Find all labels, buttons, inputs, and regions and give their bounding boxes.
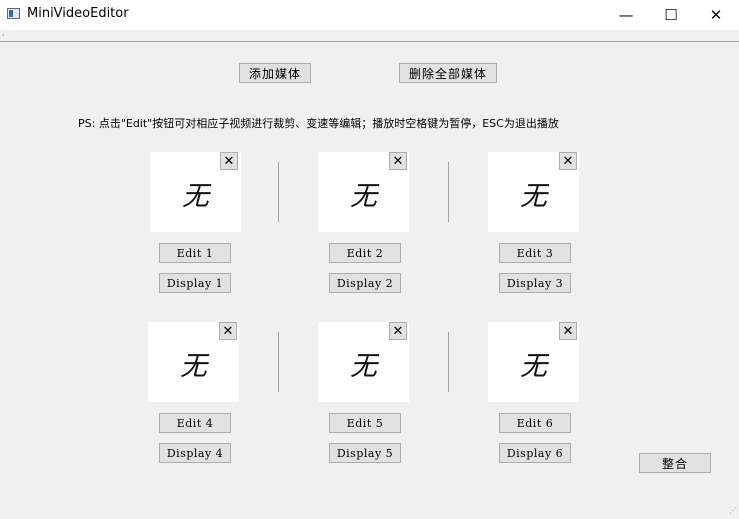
empty-placeholder-glyph: 无 [180,351,207,382]
menu-strip: · [0,30,739,42]
edit-4-button[interactable]: Edit 4 [159,413,231,433]
edit-1-button[interactable]: Edit 1 [159,243,231,263]
empty-placeholder-glyph: 无 [182,181,209,212]
edit-2-button[interactable]: Edit 2 [329,243,401,263]
display-4-button[interactable]: Display 4 [159,443,231,463]
display-5-button[interactable]: Display 5 [329,443,401,463]
remove-media-2-button[interactable]: ✕ [389,152,407,170]
close-window-button[interactable]: ✕ [693,0,739,30]
title-bar: MiniVideoEditor — ☐ ✕ [0,0,739,30]
remove-media-6-button[interactable]: ✕ [559,322,577,340]
delete-all-media-button[interactable]: 删除全部媒体 [399,63,497,83]
menu-handle-icon: · [2,31,5,40]
remove-media-3-button[interactable]: ✕ [559,152,577,170]
instruction-note: PS: 点击"Edit"按钮可对相应子视频进行裁剪、变速等编辑；播放时空格键为暂… [78,117,559,130]
app-icon [7,8,20,19]
minimize-button[interactable]: — [603,0,649,30]
window-title: MiniVideoEditor [27,6,129,21]
merge-button[interactable]: 整合 [639,453,711,473]
edit-3-button[interactable]: Edit 3 [499,243,571,263]
edit-5-button[interactable]: Edit 5 [329,413,401,433]
display-3-button[interactable]: Display 3 [499,273,571,293]
remove-media-4-button[interactable]: ✕ [219,322,237,340]
separator [278,162,279,222]
empty-placeholder-glyph: 无 [350,351,377,382]
add-media-button[interactable]: 添加媒体 [239,63,311,83]
empty-placeholder-glyph: 无 [520,351,547,382]
display-1-button[interactable]: Display 1 [159,273,231,293]
separator [448,332,449,392]
empty-placeholder-glyph: 无 [520,181,547,212]
empty-placeholder-glyph: 无 [350,181,377,212]
display-2-button[interactable]: Display 2 [329,273,401,293]
remove-media-1-button[interactable]: ✕ [220,152,238,170]
maximize-button[interactable]: ☐ [648,0,694,30]
remove-media-5-button[interactable]: ✕ [389,322,407,340]
edit-6-button[interactable]: Edit 6 [499,413,571,433]
separator [278,332,279,392]
display-6-button[interactable]: Display 6 [499,443,571,463]
separator [448,162,449,222]
resize-grip-icon[interactable]: ⋰ [727,507,737,517]
